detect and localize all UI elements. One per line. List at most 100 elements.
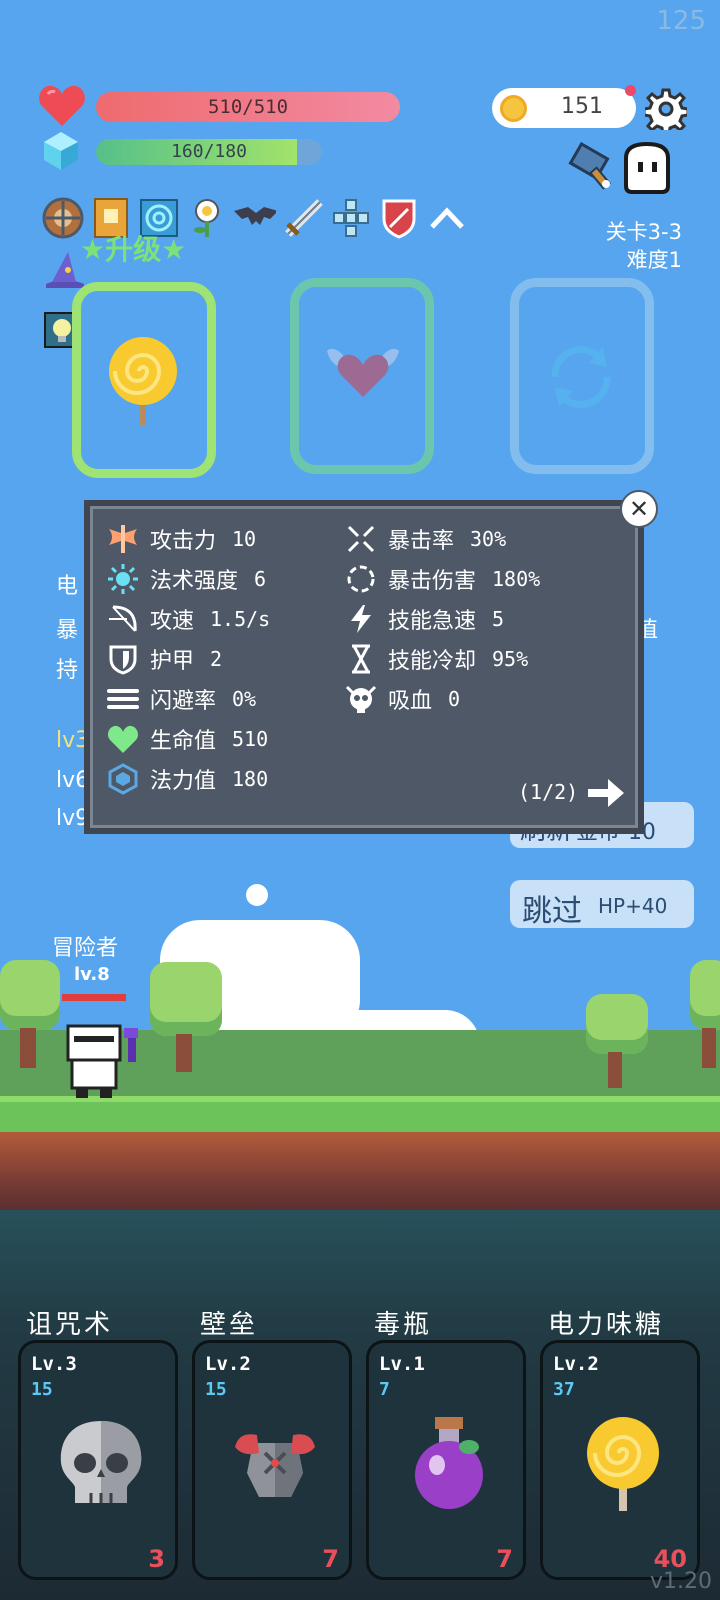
winged-heart-icon <box>327 348 399 397</box>
armor-icon <box>235 1434 315 1497</box>
card-level: Lv.3 <box>31 1353 77 1375</box>
hourglass-icon <box>344 642 378 676</box>
coin-icon <box>500 95 527 122</box>
card-level: Lv.1 <box>379 1353 425 1375</box>
stat-value: 2 <box>210 647 223 671</box>
tree <box>690 960 720 1070</box>
wizard-hat-icon[interactable] <box>42 250 88 290</box>
armor-shield-icon <box>106 642 140 676</box>
axe-icon <box>106 522 140 556</box>
sword-icon[interactable] <box>282 197 324 239</box>
tree <box>586 994 648 1090</box>
crest-shield-icon[interactable] <box>378 197 420 239</box>
stat-label: 攻速 <box>150 609 195 634</box>
skill-card-bulwark[interactable]: Lv.2 15 7 <box>192 1340 352 1580</box>
mana-gem-icon <box>106 762 140 796</box>
coin-value: 151 <box>561 94 603 119</box>
card-cost: 15 <box>205 1379 227 1400</box>
stat-armor: 护甲 2 <box>106 642 222 676</box>
gem-cluster-icon[interactable] <box>330 197 372 239</box>
dodge-lines-icon <box>106 682 140 716</box>
stat-hp: 生命值 510 <box>106 722 268 756</box>
skill-card-poison[interactable]: Lv.1 7 7 <box>366 1340 526 1580</box>
tree <box>150 962 222 1072</box>
card-cost: 37 <box>553 1379 575 1400</box>
card-count: 7 <box>496 1545 513 1573</box>
shield-icon[interactable] <box>42 197 84 239</box>
hp-heart-icon <box>38 84 86 128</box>
card-level: Lv.2 <box>205 1353 251 1375</box>
lollipop-icon <box>109 337 177 425</box>
skill-card-candy[interactable]: Lv.2 37 40 <box>540 1340 700 1580</box>
stat-label: 法力值 <box>150 769 217 794</box>
fps-counter: 125 <box>656 6 706 36</box>
bg-text-3: 持 <box>56 658 79 683</box>
bg-text-1: 电 <box>56 574 79 599</box>
skill-card-curse[interactable]: Lv.3 15 3 <box>18 1340 178 1580</box>
mana-crystal-icon <box>44 132 78 170</box>
stat-crit-damage: 暴击伤害 180% <box>344 562 540 596</box>
card-cost: 7 <box>379 1379 390 1400</box>
stat-label: 暴击率 <box>388 529 455 554</box>
hero-level: lv.8 <box>74 964 110 985</box>
stage-label: 关卡3-3 <box>605 220 682 244</box>
card-title-curse: 诅咒术 <box>26 1310 114 1340</box>
stat-label: 技能冷却 <box>388 649 477 674</box>
card-cost: 15 <box>31 1379 53 1400</box>
card-title-poison: 毒瓶 <box>374 1310 433 1340</box>
stat-dodge: 闪避率 0% <box>106 682 256 716</box>
ground-dirt <box>0 1132 720 1210</box>
version-label: v1.20 <box>649 1569 712 1594</box>
crit-ring-icon <box>344 562 378 596</box>
ghost-icon[interactable] <box>622 141 672 194</box>
card-level: Lv.2 <box>553 1353 599 1375</box>
stat-label: 闪避率 <box>150 689 217 714</box>
settings-gear-icon[interactable] <box>642 88 690 136</box>
next-page-arrow-icon[interactable] <box>586 776 626 810</box>
hp-value: 510/510 <box>207 96 289 118</box>
stat-cooldown: 技能冷却 95% <box>344 642 528 676</box>
stage-info: 关卡3-3 难度1 <box>606 218 682 274</box>
stat-label: 技能急速 <box>388 609 477 634</box>
notification-dot <box>625 85 636 96</box>
upgrade-label[interactable]: ★升级★ <box>80 228 186 268</box>
flower-icon[interactable] <box>186 197 228 239</box>
stat-label: 法术强度 <box>150 569 239 594</box>
lightning-icon <box>344 602 378 636</box>
stat-value: 30% <box>470 527 507 551</box>
skip-label: 跳过 <box>522 894 582 929</box>
stat-label: 攻击力 <box>150 529 217 554</box>
close-button[interactable]: ✕ <box>620 490 658 528</box>
card-count: 3 <box>148 1545 165 1573</box>
crit-cross-icon <box>344 522 378 556</box>
page-indicator: (1/2) <box>518 780 579 804</box>
skip-button[interactable]: 跳过 HP+40 <box>510 880 694 929</box>
chevron-up-icon[interactable] <box>426 197 468 239</box>
bow-icon <box>106 602 140 636</box>
stat-label: 吸血 <box>388 689 433 714</box>
stat-lifesteal: 吸血 0 <box>344 682 460 716</box>
stat-value: 510 <box>232 727 269 751</box>
stat-value: 180 <box>232 767 269 791</box>
stat-value: 6 <box>254 567 267 591</box>
difficulty-label: 难度1 <box>626 248 682 272</box>
stat-label: 生命值 <box>150 729 217 754</box>
stat-value: 5 <box>492 607 505 631</box>
mp-value: 160/180 <box>171 141 247 162</box>
bg-text-2: 暴 <box>56 618 79 643</box>
stat-label: 暴击伤害 <box>388 569 477 594</box>
stat-value: 180% <box>492 567 541 591</box>
sun-icon <box>106 562 140 596</box>
stat-value: 0 <box>448 687 461 711</box>
skill-slot-lollipop[interactable] <box>72 282 216 478</box>
card-count: 7 <box>322 1545 339 1573</box>
skill-slot-heart[interactable] <box>290 278 434 474</box>
stat-ability-haste: 技能急速 5 <box>344 602 504 636</box>
poison-bottle-icon <box>415 1417 483 1509</box>
hero-name: 冒险者 <box>52 936 119 961</box>
skill-slot-refresh[interactable] <box>510 278 654 474</box>
knight-hero[interactable] <box>58 1022 138 1100</box>
shovel-icon[interactable] <box>566 141 618 194</box>
bat-icon[interactable] <box>234 197 276 239</box>
stat-value: 1.5/s <box>210 607 271 631</box>
